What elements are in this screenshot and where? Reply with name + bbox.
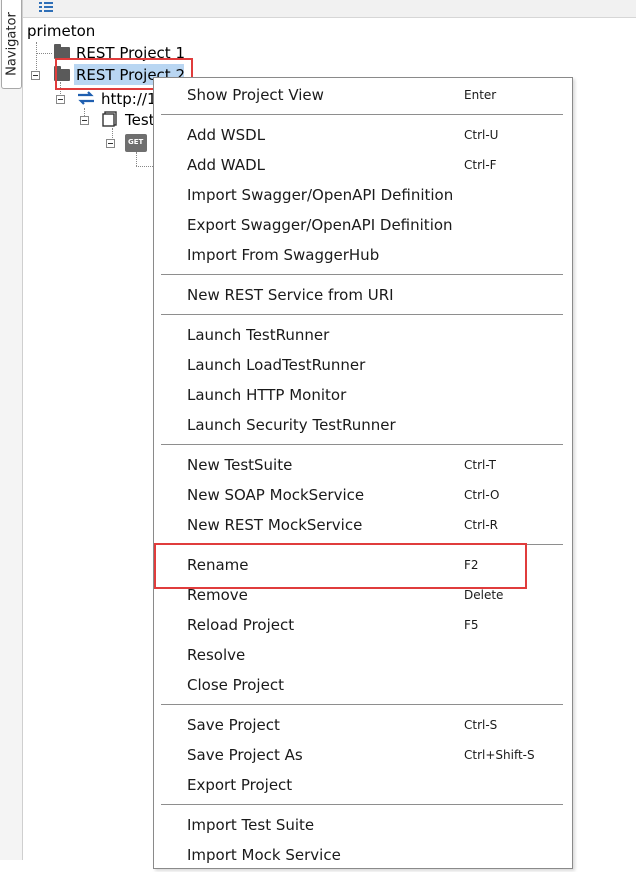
list-view-icon[interactable] xyxy=(39,1,53,13)
menu-item-launch-testrunner[interactable]: Launch TestRunner xyxy=(154,322,572,352)
menu-separator xyxy=(161,444,563,445)
menu-item-save-project[interactable]: Save Project Ctrl-S xyxy=(154,712,572,742)
menu-item-label: New REST MockService xyxy=(187,516,363,534)
menu-item-shortcut: F5 xyxy=(464,618,479,632)
menu-item-reload-project[interactable]: Reload Project F5 xyxy=(154,612,572,642)
collapse-icon[interactable] xyxy=(56,95,65,104)
rest-service-icon xyxy=(78,91,94,105)
menu-item-label: Import Test Suite xyxy=(187,816,315,834)
navigator-toolbar xyxy=(23,0,636,18)
menu-item-launch-security-testrunner[interactable]: Launch Security TestRunner xyxy=(154,412,572,442)
menu-item-label: Add WADL xyxy=(187,156,265,174)
menu-item-label: Export Project xyxy=(187,776,293,794)
menu-item-shortcut: Delete xyxy=(464,588,504,602)
menu-item-label: Launch HTTP Monitor xyxy=(187,386,347,404)
menu-item-label: Reload Project xyxy=(187,616,295,634)
menu-separator xyxy=(161,114,563,115)
tree-connector xyxy=(36,53,52,54)
menu-item-import-swagger[interactable]: Import Swagger/OpenAPI Definition xyxy=(154,182,572,212)
menu-item-new-soap-mockservice[interactable]: New SOAP MockService Ctrl-O xyxy=(154,482,572,512)
tree-item-resource[interactable]: Test xyxy=(125,111,155,129)
menu-item-shortcut: Ctrl-T xyxy=(464,458,496,472)
menu-item-new-rest-mockservice[interactable]: New REST MockService Ctrl-R xyxy=(154,512,572,542)
menu-item-label: Close Project xyxy=(187,676,284,694)
menu-item-label: Resolve xyxy=(187,646,246,664)
tree-connector xyxy=(136,166,153,167)
menu-item-label: Add WSDL xyxy=(187,126,266,144)
menu-item-label: New REST Service from URI xyxy=(187,286,394,304)
menu-item-shortcut: Ctrl-R xyxy=(464,518,499,532)
menu-item-label: New SOAP MockService xyxy=(187,486,365,504)
collapse-icon[interactable] xyxy=(80,116,89,125)
menu-item-import-mock-service[interactable]: Import Mock Service xyxy=(154,842,572,872)
menu-item-shortcut: Ctrl-U xyxy=(464,128,499,142)
menu-item-resolve[interactable]: Resolve xyxy=(154,642,572,672)
menu-item-new-testsuite[interactable]: New TestSuite Ctrl-T xyxy=(154,452,572,482)
tree-item-service[interactable]: http://1 xyxy=(101,90,157,108)
menu-item-add-wsdl[interactable]: Add WSDL Ctrl-U xyxy=(154,122,572,152)
collapse-icon[interactable] xyxy=(106,139,115,148)
menu-item-launch-loadtestrunner[interactable]: Launch LoadTestRunner xyxy=(154,352,572,382)
menu-item-import-test-suite[interactable]: Import Test Suite xyxy=(154,812,572,842)
navigator-tab[interactable]: Navigator xyxy=(1,0,22,89)
menu-item-add-wadl[interactable]: Add WADL Ctrl-F xyxy=(154,152,572,182)
menu-item-label: Launch Security TestRunner xyxy=(187,416,396,434)
menu-item-shortcut: Ctrl-S xyxy=(464,718,498,732)
menu-item-label: Import From SwaggerHub xyxy=(187,246,380,264)
menu-item-label: Show Project View xyxy=(187,86,324,104)
menu-item-shortcut: Ctrl-O xyxy=(464,488,500,502)
collapse-icon[interactable] xyxy=(31,71,40,80)
menu-item-shortcut: Ctrl+Shift-S xyxy=(464,748,535,762)
menu-item-label: Import Swagger/OpenAPI Definition xyxy=(187,186,454,204)
get-method-icon: GET xyxy=(125,134,147,152)
menu-item-label: Launch TestRunner xyxy=(187,326,330,344)
tree-root-label[interactable]: primeton xyxy=(27,22,95,40)
menu-item-export-swagger[interactable]: Export Swagger/OpenAPI Definition xyxy=(154,212,572,242)
menu-item-show-project-view[interactable]: Show Project View Enter xyxy=(154,82,572,112)
menu-separator xyxy=(161,804,563,805)
annotation-highlight-box xyxy=(154,543,527,589)
menu-item-label: Save Project xyxy=(187,716,280,734)
navigator-strip: Navigator xyxy=(0,0,23,860)
menu-separator xyxy=(161,704,563,705)
menu-item-close-project[interactable]: Close Project xyxy=(154,672,572,702)
menu-item-shortcut: Enter xyxy=(464,88,497,102)
menu-item-import-swaggerhub[interactable]: Import From SwaggerHub xyxy=(154,242,572,272)
menu-item-label: New TestSuite xyxy=(187,456,293,474)
menu-separator xyxy=(161,314,563,315)
resource-icon xyxy=(102,111,117,127)
menu-item-label: Save Project As xyxy=(187,746,303,764)
menu-separator xyxy=(161,274,563,275)
context-menu: Show Project View Enter Add WSDL Ctrl-U Ad… xyxy=(153,77,573,869)
menu-item-save-project-as[interactable]: Save Project As Ctrl+Shift-S xyxy=(154,742,572,772)
menu-item-label: Launch LoadTestRunner xyxy=(187,356,366,374)
menu-item-launch-http-monitor[interactable]: Launch HTTP Monitor xyxy=(154,382,572,412)
menu-item-label: Export Swagger/OpenAPI Definition xyxy=(187,216,453,234)
menu-item-shortcut: Ctrl-F xyxy=(464,158,497,172)
navigator-tab-label: Navigator xyxy=(4,12,19,76)
tree-connector xyxy=(136,152,137,166)
menu-item-label: Import Mock Service xyxy=(187,846,341,864)
get-method-label: GET xyxy=(128,138,144,146)
menu-item-new-rest-service[interactable]: New REST Service from URI xyxy=(154,282,572,312)
menu-item-export-project[interactable]: Export Project xyxy=(154,772,572,802)
